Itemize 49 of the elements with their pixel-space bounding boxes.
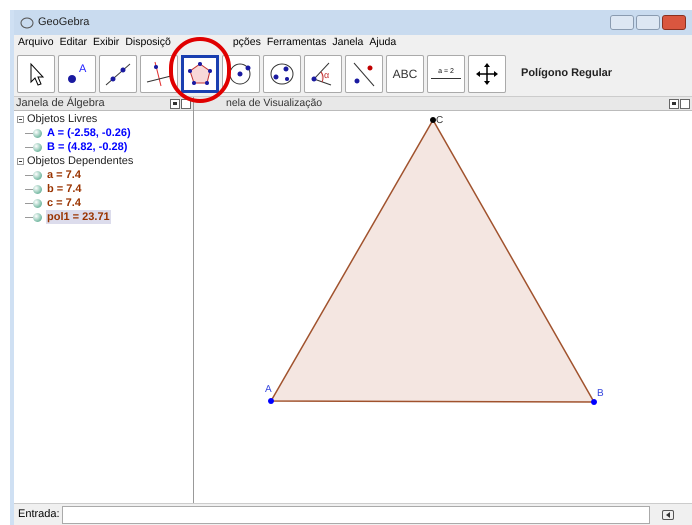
menu-item[interactable]: Arquivo	[18, 35, 54, 51]
app-logo-icon	[20, 16, 34, 30]
tool-name: Polígono Regular	[521, 66, 612, 82]
tool-button[interactable]: ABC	[386, 54, 424, 92]
menu-item[interactable]: Disposiçõ	[125, 35, 171, 51]
point-marker[interactable]	[268, 398, 274, 404]
point-label: A	[265, 384, 272, 395]
tool-button[interactable]	[181, 54, 219, 92]
menu-toggle-icon[interactable]	[170, 98, 180, 108]
collapse-icon[interactable]	[17, 116, 24, 122]
tool-button[interactable]	[468, 54, 506, 92]
algebra-item[interactable]: pol1 = 23.71	[46, 210, 111, 224]
point-label: B	[597, 388, 604, 399]
group-label: Objetos Livres	[27, 112, 98, 126]
tool-button[interactable]	[345, 54, 383, 92]
input-field[interactable]	[62, 506, 650, 524]
menu-item[interactable]: Editar	[60, 35, 88, 51]
point-marker[interactable]	[430, 117, 436, 123]
menu-item[interactable]: Janela	[332, 35, 364, 51]
algebra-item[interactable]: b = 7.4	[46, 182, 83, 196]
window-title: GeoGebra	[38, 15, 90, 30]
close-button[interactable]	[662, 15, 686, 30]
point-label: C	[436, 115, 444, 126]
tool-button[interactable]	[140, 54, 178, 92]
input-label: Entrada:	[18, 507, 60, 522]
algebra-item[interactable]: a = 7.4	[46, 168, 82, 182]
tool-button[interactable]	[17, 54, 55, 92]
panel-title: nela de Visualização	[226, 96, 322, 111]
menu-item[interactable]: Exibir	[93, 35, 120, 51]
collapse-icon[interactable]	[17, 158, 24, 164]
tool-button[interactable]: A	[58, 54, 96, 92]
menu-item[interactable]: Ajuda	[369, 35, 396, 51]
undock-icon[interactable]	[680, 98, 690, 108]
symbols-button[interactable]	[662, 510, 674, 520]
algebra-item[interactable]: A = (-2.58, -0.26)	[46, 126, 132, 140]
tool-button[interactable]	[263, 54, 301, 92]
menu-toggle-icon[interactable]	[669, 98, 679, 108]
algebra-item[interactable]: B = (4.82, -0.28)	[46, 140, 128, 154]
text-tool-label: ABC	[392, 66, 418, 82]
menu-item[interactable]: Ferramentas	[266, 35, 326, 51]
menu-item[interactable]: pções	[232, 35, 261, 51]
group-label: Objetos Dependentes	[27, 154, 134, 168]
point-marker[interactable]	[591, 399, 597, 405]
algebra-item[interactable]: c = 7.4	[46, 196, 82, 210]
polygon-icon	[186, 60, 214, 88]
panel-title: Janela de Álgebra	[16, 96, 105, 112]
tool-button[interactable]	[222, 54, 260, 92]
tool-button[interactable]: α	[304, 54, 342, 92]
tool-button[interactable]	[99, 54, 137, 92]
